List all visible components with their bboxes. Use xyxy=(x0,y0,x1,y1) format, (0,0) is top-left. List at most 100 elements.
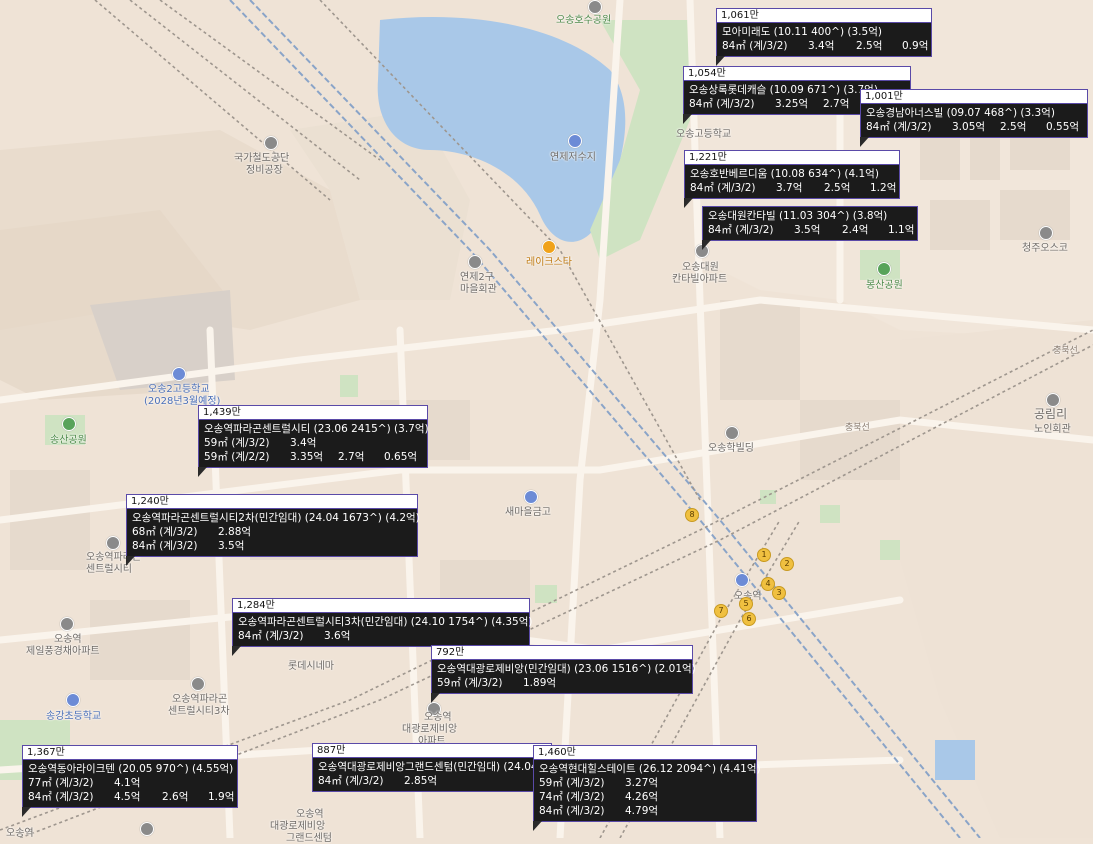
listing-card-hillstate[interactable]: 1,460만 오송역현대힐스테이트 (26.12 2094^) (4.41억) … xyxy=(533,745,761,831)
station-pin-icon[interactable] xyxy=(735,573,749,587)
listing-jeonse: 2.6억 xyxy=(162,791,189,803)
listing-row: 84㎡ (계/3/2) 3.7억 2.5억 1.2억 xyxy=(690,181,897,195)
listing-sale: 2.88억 xyxy=(218,526,252,538)
apartment-pin-icon xyxy=(191,677,205,691)
listing-sale: 3.25억 xyxy=(775,98,809,110)
listing-row: 84㎡ (계/3/2) 3.5억 2.4억 1.1억 xyxy=(708,223,915,237)
listing-gap: 1.9억 xyxy=(208,791,235,803)
station-exit-2-icon[interactable]: 2 xyxy=(780,557,794,571)
label-osong-lake-park: 오송호수공원 xyxy=(556,15,612,26)
label-jeil-apt: 제일풍경채아파트 xyxy=(26,646,100,657)
listing-size: 84㎡ (계/3/2) xyxy=(722,40,788,52)
listing-card-daegwang[interactable]: 792만 오송역대광로제비앙(민간임대) (23.06 1516^) (2.01… xyxy=(431,645,696,703)
listing-row: 59㎡ (계/3/2) 1.89억 xyxy=(437,676,687,690)
listing-jeonse: 2.4억 xyxy=(842,224,869,236)
station-exit-3-icon[interactable]: 3 xyxy=(772,586,786,600)
listing-row: 84㎡ (계/3/2) 2.85억 xyxy=(318,774,546,788)
label-lotte-cinema: 롯데시네마 xyxy=(288,661,334,672)
listing-price: 1,460만 xyxy=(534,746,756,760)
listing-size: 59㎡ (계/3/2) xyxy=(204,437,270,449)
listing-sale: 3.27억 xyxy=(625,777,659,789)
listing-row: 74㎡ (계/3/2) 4.26억 xyxy=(539,790,751,804)
listing-size: 84㎡ (계/3/2) xyxy=(690,182,756,194)
listing-sale: 4.79억 xyxy=(625,805,659,817)
label-chungbuk2: 충북선 xyxy=(845,423,870,433)
listing-sale: 1.89억 xyxy=(523,677,557,689)
listing-sale: 3.7억 xyxy=(776,182,803,194)
listing-size: 84㎡ (계/3/2) xyxy=(238,630,304,642)
listing-price: 1,439만 xyxy=(199,406,427,420)
listing-row: 84㎡ (계/3/2) 3.6억 xyxy=(238,629,524,643)
listing-row: 84㎡ (계/3/2) 3.05억 2.5억 0.55억 xyxy=(866,120,1082,134)
label-chungbuk: 충북선 xyxy=(1053,346,1078,356)
listing-size: 84㎡ (계/3/2) xyxy=(28,791,94,803)
listing-card-kyungnam[interactable]: 1,001만 오송경남아너스빌 (09.07 468^) (3.3억) 84㎡ … xyxy=(860,89,1088,147)
label-songgang-school: 송강초등학교 xyxy=(46,711,102,722)
listing-sale: 2.85억 xyxy=(404,775,438,787)
listing-size: 74㎡ (계/3/2) xyxy=(539,791,605,803)
listing-title: 오송경남아너스빌 (09.07 468^) (3.3억) xyxy=(866,107,1055,119)
listing-title: 오송역동아라이크텐 (20.05 970^) (4.55억) xyxy=(28,763,234,775)
listing-size: 84㎡ (계/3/2) xyxy=(708,224,774,236)
label-cheongju-outlet: 청주오스코 xyxy=(1022,243,1068,254)
apartment-pin-icon xyxy=(140,822,154,836)
label-jeongbi: 정비공장 xyxy=(246,165,283,176)
label-central3: 센트럴시티3차 xyxy=(168,706,230,717)
listing-row: 59㎡ (계/3/2) 3.27억 xyxy=(539,776,751,790)
listing-sale: 3.4억 xyxy=(808,40,835,52)
listing-price: 1,061만 xyxy=(717,9,931,23)
building-pin-icon xyxy=(725,426,739,440)
listing-size: 77㎡ (계/3/2) xyxy=(28,777,94,789)
listing-gap: 0.55억 xyxy=(1046,121,1080,133)
label-lakestar: 레이크스타 xyxy=(526,257,572,268)
listing-card-parago-3[interactable]: 1,284만 오송역파라곤센트럴시티3차(민간임대) (24.10 1754^)… xyxy=(232,598,533,656)
station-exit-6-icon[interactable]: 6 xyxy=(742,612,756,626)
listing-card-parago-central[interactable]: 1,439만 오송역파라곤센트럴시티 (23.06 2415^) (3.7억) … xyxy=(198,405,429,477)
listing-price: 1,054만 xyxy=(684,67,910,81)
listing-sale: 3.35억 xyxy=(290,451,324,463)
listing-price: 1,284만 xyxy=(233,599,529,613)
label-bongsan-park: 봉산공원 xyxy=(866,280,903,291)
listing-row: 84㎡ (계/3/2) 4.5억 2.6억 1.9억 xyxy=(28,790,235,804)
listing-size: 84㎡ (계/3/2) xyxy=(132,540,198,552)
reservoir-pin-icon xyxy=(568,134,582,148)
listing-card-donga[interactable]: 1,367만 오송역동아라이크텐 (20.05 970^) (4.55억) 77… xyxy=(22,745,238,817)
school-pin-icon xyxy=(66,693,80,707)
lakestar-pin-icon[interactable] xyxy=(542,240,556,254)
listing-size: 59㎡ (계/2/2) xyxy=(204,451,270,463)
listing-sale: 4.26억 xyxy=(625,791,659,803)
station-exit-5-icon[interactable]: 5 xyxy=(739,597,753,611)
listing-gap: 1.2억 xyxy=(870,182,897,194)
listing-card-kantavil[interactable]: 오송대원칸타빌 (11.03 304^) (3.8억) 84㎡ (계/3/2) 3… xyxy=(702,206,918,250)
station-exit-8-icon[interactable]: 8 xyxy=(685,508,699,522)
listing-jeonse: 2.7억 xyxy=(338,451,365,463)
listing-sale: 4.1억 xyxy=(114,777,141,789)
park-pin-icon xyxy=(877,262,891,276)
listing-price: 887만 xyxy=(313,744,551,758)
station-exit-7-icon[interactable]: 7 xyxy=(714,604,728,618)
listing-row: 59㎡ (계/3/2) 3.4억 xyxy=(204,436,422,450)
listing-size: 84㎡ (계/3/2) xyxy=(866,121,932,133)
listing-title: 오송역파라곤센트럴시티 (23.06 2415^) (3.7억) xyxy=(204,423,429,435)
listing-jeonse: 2.5억 xyxy=(856,40,883,52)
label-station-bottom: 오송역 xyxy=(6,828,34,839)
listing-size: 84㎡ (계/3/2) xyxy=(318,775,384,787)
station-exit-1-icon[interactable]: 1 xyxy=(757,548,771,562)
listing-size: 59㎡ (계/3/2) xyxy=(437,677,503,689)
listing-card-parago-2[interactable]: 1,240만 오송역파라곤센트럴시티2차(민간임대) (24.04 1673^)… xyxy=(126,494,420,566)
listing-card-moa[interactable]: 1,061만 모아미래도 (10.11 400^) (3.5억) 84㎡ (계/… xyxy=(716,8,932,66)
listing-sale: 3.4억 xyxy=(290,437,317,449)
listing-row: 84㎡ (계/3/2) 3.4억 2.5억 0.9억 xyxy=(722,39,928,53)
label-kantavil: 칸타빌아파트 xyxy=(672,274,728,285)
label-yeonje-reservoir: 연제저수지 xyxy=(550,152,596,163)
listing-sale: 3.05억 xyxy=(952,121,986,133)
factory-pin-icon xyxy=(264,136,278,150)
label-osong-hakbit: 오송학빌딩 xyxy=(708,443,754,454)
listing-jeonse: 2.5억 xyxy=(1000,121,1027,133)
listing-gap: 1.1억 xyxy=(888,224,915,236)
listing-title: 오송역파라곤센트럴시티2차(민간임대) (24.04 1673^) (4.2억) xyxy=(132,512,420,524)
listing-card-grand-centum[interactable]: 887만 오송역대광로제비앙그랜드센텀(민간임대) (24.04 84㎡ (계/… xyxy=(312,743,552,792)
listing-card-hoban[interactable]: 1,221만 오송호반베르디움 (10.08 634^) (4.1억) 84㎡ … xyxy=(684,150,900,208)
listing-title: 오송역파라곤센트럴시티3차(민간임대) (24.10 1754^) (4.35억… xyxy=(238,616,533,628)
listing-title: 오송역현대힐스테이트 (26.12 2094^) (4.41억) xyxy=(539,763,761,775)
